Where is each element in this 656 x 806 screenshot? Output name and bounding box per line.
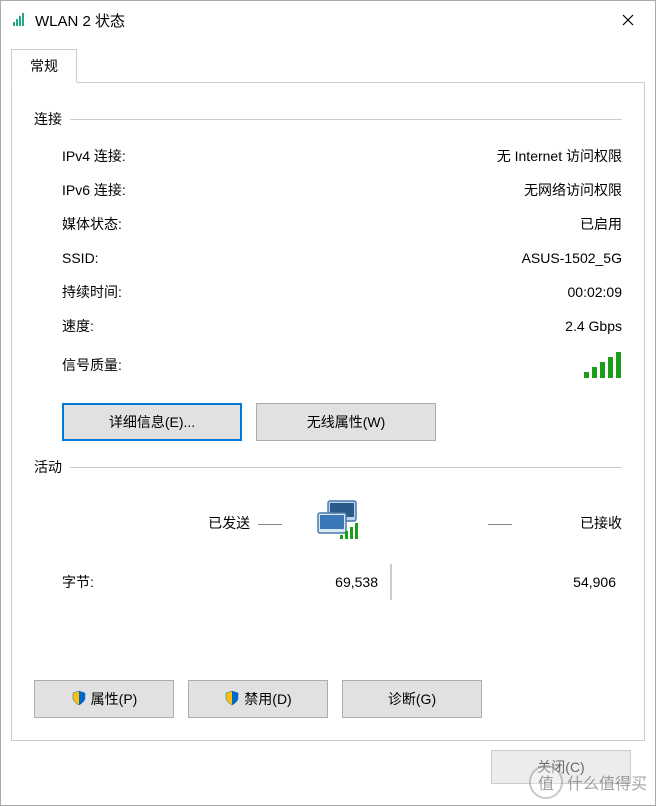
- row-duration: 持续时间: 00:02:09: [62, 275, 622, 309]
- shield-icon: [71, 690, 87, 709]
- ipv4-value: 无 Internet 访问权限: [202, 146, 622, 166]
- watermark-text: 什么值得买: [567, 770, 647, 794]
- details-button[interactable]: 详细信息(E)...: [62, 403, 242, 441]
- diagnose-button[interactable]: 诊断(G): [342, 680, 482, 718]
- disable-button-label: 禁用(D): [244, 689, 291, 709]
- window-title: WLAN 2 状态: [35, 10, 605, 31]
- signal-strength-icon: [202, 352, 622, 378]
- ipv6-label: IPv6 连接:: [62, 180, 202, 200]
- shield-icon: [224, 690, 240, 709]
- row-ipv4: IPv4 连接: 无 Internet 访问权限: [62, 139, 622, 173]
- wireless-properties-button[interactable]: 无线属性(W): [256, 403, 436, 441]
- section-activity-label: 活动: [34, 457, 70, 477]
- section-header-connection: 连接: [34, 109, 622, 129]
- details-button-label: 详细信息(E)...: [109, 412, 195, 432]
- action-button-row: 属性(P) 禁用(D) 诊断(G): [34, 680, 622, 718]
- bytes-row: 字节: 69,538 54,906: [34, 559, 622, 605]
- properties-button[interactable]: 属性(P): [34, 680, 174, 718]
- diagnose-button-label: 诊断(G): [388, 689, 436, 709]
- connection-button-row: 详细信息(E)... 无线属性(W): [62, 403, 622, 441]
- media-label: 媒体状态:: [62, 214, 202, 234]
- disable-button[interactable]: 禁用(D): [188, 680, 328, 718]
- speed-value: 2.4 Gbps: [202, 318, 622, 334]
- window-frame: WLAN 2 状态 常规 连接 IPv4 连接: 无 Internet 访问权限: [0, 0, 656, 806]
- sent-label: 已发送: [154, 513, 294, 533]
- connection-details: IPv4 连接: 无 Internet 访问权限 IPv6 连接: 无网络访问权…: [34, 139, 622, 387]
- section-connection-label: 连接: [34, 109, 70, 129]
- row-ipv6: IPv6 连接: 无网络访问权限: [62, 173, 622, 207]
- speed-label: 速度:: [62, 316, 202, 336]
- tab-general-label: 常规: [30, 58, 58, 74]
- tab-panel-general: 连接 IPv4 连接: 无 Internet 访问权限 IPv6 连接: 无网络…: [11, 82, 645, 741]
- duration-value: 00:02:09: [202, 284, 622, 300]
- duration-label: 持续时间:: [62, 282, 202, 302]
- row-signal: 信号质量:: [62, 343, 622, 387]
- tab-general[interactable]: 常规: [11, 49, 77, 83]
- ipv4-label: IPv4 连接:: [62, 146, 202, 166]
- wireless-properties-label: 无线属性(W): [307, 412, 386, 432]
- row-speed: 速度: 2.4 Gbps: [62, 309, 622, 343]
- row-ssid: SSID: ASUS-1502_5G: [62, 241, 622, 275]
- tab-strip: 常规: [11, 49, 645, 83]
- signal-icon: [13, 12, 29, 29]
- ssid-value: ASUS-1502_5G: [202, 250, 622, 266]
- ssid-label: SSID:: [62, 250, 202, 266]
- watermark-circle: 值: [529, 765, 563, 799]
- close-icon[interactable]: [605, 5, 651, 35]
- signal-label: 信号质量:: [62, 355, 202, 375]
- divider: [70, 119, 622, 120]
- received-label: 已接收: [522, 513, 622, 533]
- dash-icon: [488, 524, 512, 525]
- bytes-received-value: 54,906: [392, 574, 622, 590]
- dash-icon: [258, 524, 282, 525]
- section-header-activity: 活动: [34, 457, 622, 477]
- dialog-body: 常规 连接 IPv4 连接: 无 Internet 访问权限 IPv6 连接: …: [1, 39, 655, 805]
- spacer: [384, 515, 522, 531]
- properties-button-label: 属性(P): [91, 689, 138, 709]
- bytes-label: 字节:: [34, 572, 154, 592]
- divider: [70, 467, 622, 468]
- titlebar: WLAN 2 状态: [1, 1, 655, 39]
- row-media: 媒体状态: 已启用: [62, 207, 622, 241]
- ipv6-value: 无网络访问权限: [202, 180, 622, 200]
- watermark: 值 什么值得买: [529, 765, 647, 799]
- activity-header-row: 已发送: [34, 493, 622, 553]
- bytes-sent-value: 69,538: [154, 574, 390, 590]
- media-value: 已启用: [202, 214, 622, 234]
- sent-label-text: 已发送: [208, 515, 250, 531]
- network-icon: [294, 499, 384, 547]
